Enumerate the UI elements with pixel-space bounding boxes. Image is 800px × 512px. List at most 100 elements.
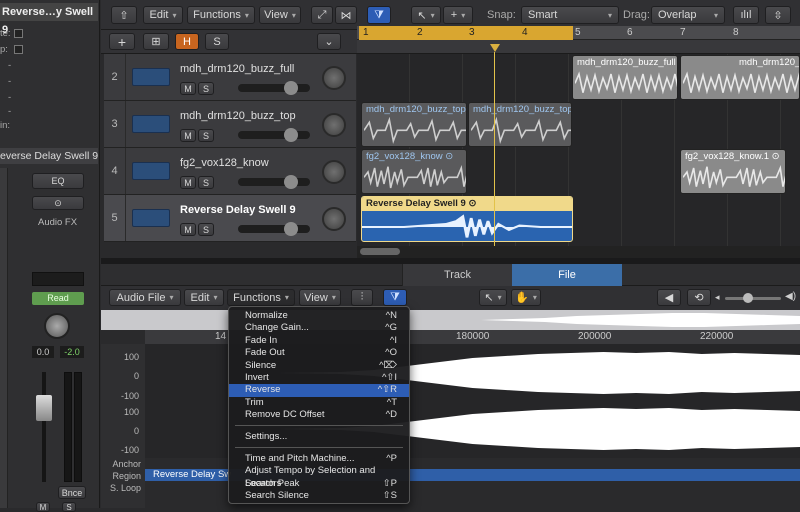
track-3[interactable]: 3 mdh_drm120_buzz_top M S xyxy=(104,101,356,148)
pointer-tool[interactable]: ↖ xyxy=(411,6,441,24)
pan-knob[interactable] xyxy=(322,113,346,137)
channel-strip-title[interactable]: everse Delay Swell 9 xyxy=(0,148,98,164)
region-top-b[interactable]: mdh_drm120_buzz_top xyxy=(468,102,572,147)
volume-slider[interactable] xyxy=(238,131,310,139)
speaker-button[interactable]: ◀ xyxy=(657,289,681,306)
edit-menu[interactable]: Edit xyxy=(143,6,183,24)
track-2[interactable]: 2 mdh_drm120_buzz_full M S xyxy=(104,54,356,101)
track-5[interactable]: 5 Reverse Delay Swell 9 M S xyxy=(104,195,356,242)
playhead-line[interactable] xyxy=(494,52,495,246)
menu-item-time-pitch[interactable]: Time and Pitch Machine... ^P xyxy=(229,453,409,465)
collapse-button[interactable]: ⌄ xyxy=(317,33,341,50)
volume-slider[interactable] xyxy=(238,178,310,186)
flex-button[interactable]: ⋈ xyxy=(335,6,357,24)
view-menu[interactable]: View xyxy=(259,6,301,24)
functions-menu[interactable]: Functions xyxy=(187,6,255,24)
menu-item-change-gain[interactable]: Change Gain... ^G xyxy=(229,322,409,334)
menu-item-remove-dc[interactable]: Remove DC Offset ^D xyxy=(229,409,409,421)
link-button[interactable]: ⊙ xyxy=(32,196,84,210)
tab-track[interactable]: Track xyxy=(402,264,512,286)
menu-item-fade-out[interactable]: Fade Out ^O xyxy=(229,347,409,359)
zoom-fit-button[interactable]: ⇳ xyxy=(765,6,791,24)
checkbox[interactable] xyxy=(14,45,23,54)
menu-item-settings[interactable]: Settings... xyxy=(229,431,409,443)
hide-button[interactable]: H xyxy=(175,33,199,50)
region-full-b[interactable]: mdh_drm120_buzz_full.1 xyxy=(680,55,800,100)
editor-functions-menu[interactable]: Functions xyxy=(227,289,295,306)
track-name[interactable]: mdh_drm120_buzz_full xyxy=(180,63,294,75)
scale-button[interactable]: ⫶ xyxy=(351,289,373,306)
region-reverse-delay[interactable]: Reverse Delay Swell 9 ⊙ xyxy=(361,196,573,242)
volume-fader[interactable] xyxy=(36,395,52,421)
menu-item-silence[interactable]: Silence ^⌦ xyxy=(229,360,409,372)
region-vox-b[interactable]: fg2_vox128_know.1 ⊙ xyxy=(680,149,786,194)
cycle-play-button[interactable]: ⟲ xyxy=(687,289,711,306)
secondary-tool[interactable]: + xyxy=(443,6,473,24)
editor-pointer-tool[interactable]: ↖ xyxy=(479,289,507,306)
overview-strip[interactable] xyxy=(101,310,800,330)
track-name[interactable]: Reverse Delay Swell 9 xyxy=(180,204,296,216)
menu-item-adjust-tempo[interactable]: Adjust Tempo by Selection and Locators xyxy=(229,465,409,488)
mute-button[interactable]: M xyxy=(36,502,50,512)
volume-slider-knob[interactable] xyxy=(284,222,298,236)
menu-item-normalize[interactable]: Normalize ^N xyxy=(229,310,409,322)
volume-slider-knob[interactable] xyxy=(284,175,298,189)
audio-file-menu[interactable]: Audio File xyxy=(109,289,181,306)
editor-volume-slider[interactable] xyxy=(725,297,781,300)
waveform-zoom-button[interactable]: ılıl xyxy=(733,6,759,24)
editor-volume-knob[interactable] xyxy=(743,293,753,303)
fx-slot[interactable] xyxy=(32,272,84,286)
menu-item-fade-in[interactable]: Fade In ^I xyxy=(229,335,409,347)
region-top-a[interactable]: mdh_drm120_buzz_top.1 xyxy=(361,102,467,147)
automation-read-button[interactable]: Read xyxy=(32,292,84,305)
bar-ruler[interactable]: 1 2 3 4 5 6 7 8 xyxy=(357,26,800,40)
volume-slider-knob[interactable] xyxy=(284,81,298,95)
hand-tool[interactable]: ✋ xyxy=(511,289,541,306)
editor-catch-button[interactable]: ⧩ xyxy=(383,289,407,306)
pan-knob[interactable] xyxy=(322,160,346,184)
editor-edit-menu[interactable]: Edit xyxy=(184,289,224,306)
track-name[interactable]: mdh_drm120_buzz_top xyxy=(180,110,296,122)
menu-item-invert[interactable]: Invert ^⇧I xyxy=(229,372,409,384)
global-solo-button[interactable]: S xyxy=(205,33,229,50)
pan-knob[interactable] xyxy=(44,313,70,339)
automation-button[interactable]: ⤢ xyxy=(311,6,333,24)
region-full-a[interactable]: mdh_drm120_buzz_full xyxy=(572,55,678,100)
cycle-region[interactable] xyxy=(359,26,573,40)
mute-button[interactable]: M xyxy=(180,129,196,142)
mute-button[interactable]: M xyxy=(180,176,196,189)
scrollbar-thumb[interactable] xyxy=(360,248,400,255)
volume-slider[interactable] xyxy=(238,225,310,233)
drag-select[interactable]: Overlap xyxy=(651,6,725,24)
add-track-button[interactable]: + xyxy=(109,33,135,50)
menu-item-search-silence[interactable]: Search Silence ⇧S xyxy=(229,490,409,502)
pan-knob[interactable] xyxy=(322,66,346,90)
new-folder-button[interactable]: ⊞ xyxy=(143,33,169,50)
solo-button[interactable]: S xyxy=(198,223,214,236)
eq-button[interactable]: EQ xyxy=(32,173,84,189)
menu-item-trim[interactable]: Trim ^T xyxy=(229,397,409,409)
up-arrow-button[interactable]: ⇧ xyxy=(111,6,137,24)
snap-select[interactable]: Smart xyxy=(521,6,619,24)
catch-button[interactable]: ⧩ xyxy=(367,6,391,24)
solo-button[interactable]: S xyxy=(198,82,214,95)
solo-button[interactable]: S xyxy=(198,129,214,142)
inspector-title[interactable]: Reverse…y Swell 9 xyxy=(0,3,98,36)
solo-button[interactable]: S xyxy=(198,176,214,189)
mute-button[interactable]: M xyxy=(180,82,196,95)
bounce-button[interactable]: Bnce xyxy=(58,486,86,499)
mute-button[interactable]: M xyxy=(180,223,196,236)
editor-view-menu[interactable]: View xyxy=(299,289,341,306)
horizontal-scrollbar[interactable] xyxy=(357,246,800,258)
volume-value[interactable]: 0.0 xyxy=(32,346,54,358)
menu-item-reverse[interactable]: Reverse ^⇧R xyxy=(229,384,409,397)
volume-slider-knob[interactable] xyxy=(284,128,298,142)
checkbox[interactable] xyxy=(14,29,23,38)
volume-slider[interactable] xyxy=(238,84,310,92)
tab-file[interactable]: File xyxy=(512,264,622,286)
track-4[interactable]: 4 fg2_vox128_know M S xyxy=(104,148,356,195)
region-vox-a[interactable]: fg2_vox128_know ⊙ xyxy=(361,149,467,194)
pan-knob[interactable] xyxy=(322,207,346,231)
menu-item-search-peak[interactable]: Search Peak ⇧P xyxy=(229,478,409,490)
solo-button[interactable]: S xyxy=(62,502,76,512)
